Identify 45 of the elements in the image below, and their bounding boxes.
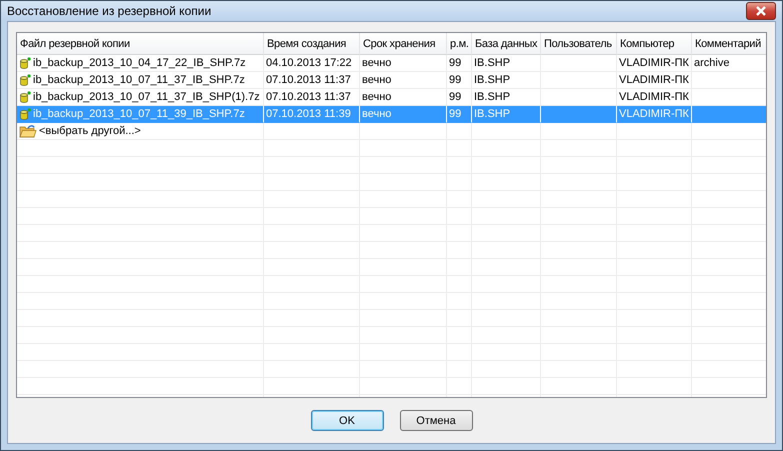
table-cell: ib_backup_2013_10_04_17_22_IB_SHP.7z [33,57,246,69]
table-cell: VLADIMIR-ПК [619,91,689,103]
table-row[interactable]: ib_backup_2013_10_04_17_22_IB_SHP.7z 04.10.2013 17:22 вечно 99 IB.SHP VLADIMIR-ПК archive [17,55,766,72]
table-row[interactable]: ib_backup_2013_10_07_11_37_IB_SHP.7z 07.10.2013 11:37 вечно 99 IB.SHP VLADIMIR-ПК [17,72,766,89]
table-cell: 07.10.2013 11:39 [266,108,351,120]
database-icon [19,90,31,104]
column-header[interactable]: Время создания [264,33,360,55]
close-button[interactable] [746,2,776,20]
table-cell: вечно [362,74,392,86]
table-cell: 07.10.2013 11:37 [266,74,351,86]
column-header[interactable]: Компьютер [617,33,692,55]
window-title: Восстановление из резервной копии [7,4,212,18]
column-header[interactable]: Файл резервной копии [17,33,264,55]
table-cell: VLADIMIR-ПК [619,74,689,86]
close-icon [755,6,767,16]
table-cell: 99 [449,57,462,69]
database-icon [19,74,31,86]
table-cell: 04.10.2013 17:22 [266,57,352,69]
table-cell: <выбрать другой...> [39,125,141,137]
folder-icon [19,124,37,138]
table-cell: IB.SHP [474,74,510,86]
database-icon [19,56,31,70]
database-icon [19,108,31,120]
column-header[interactable]: Срок хранения [360,33,447,55]
table-cell: ib_backup_2013_10_07_11_39_IB_SHP.7z [33,108,245,120]
column-header[interactable]: База данных [472,33,541,55]
table-cell: 99 [449,108,462,120]
table-cell: VLADIMIR-ПК [619,57,689,69]
table-cell: 99 [449,91,462,103]
dialog-button[interactable]: Отмена [400,410,472,431]
table-cell: IB.SHP [474,108,510,120]
table-cell: вечно [362,57,392,69]
table-cell: IB.SHP [474,57,510,69]
table-cell: вечно [362,108,392,120]
table-cell: 99 [449,74,462,86]
column-header[interactable]: Пользователь [541,33,617,55]
dialog-button[interactable]: OK [310,410,384,431]
table-cell: вечно [362,91,392,103]
table-cell: IB.SHP [474,91,510,103]
column-header[interactable]: р.м. [447,33,472,55]
table-cell: ib_backup_2013_10_07_11_37_IB_SHP(1).7z [33,91,260,103]
table-cell: 07.10.2013 11:37 [266,91,351,103]
table-cell: ib_backup_2013_10_07_11_37_IB_SHP.7z [33,74,245,86]
table-cell: VLADIMIR-ПК [619,108,689,120]
table-cell: archive [694,57,730,69]
